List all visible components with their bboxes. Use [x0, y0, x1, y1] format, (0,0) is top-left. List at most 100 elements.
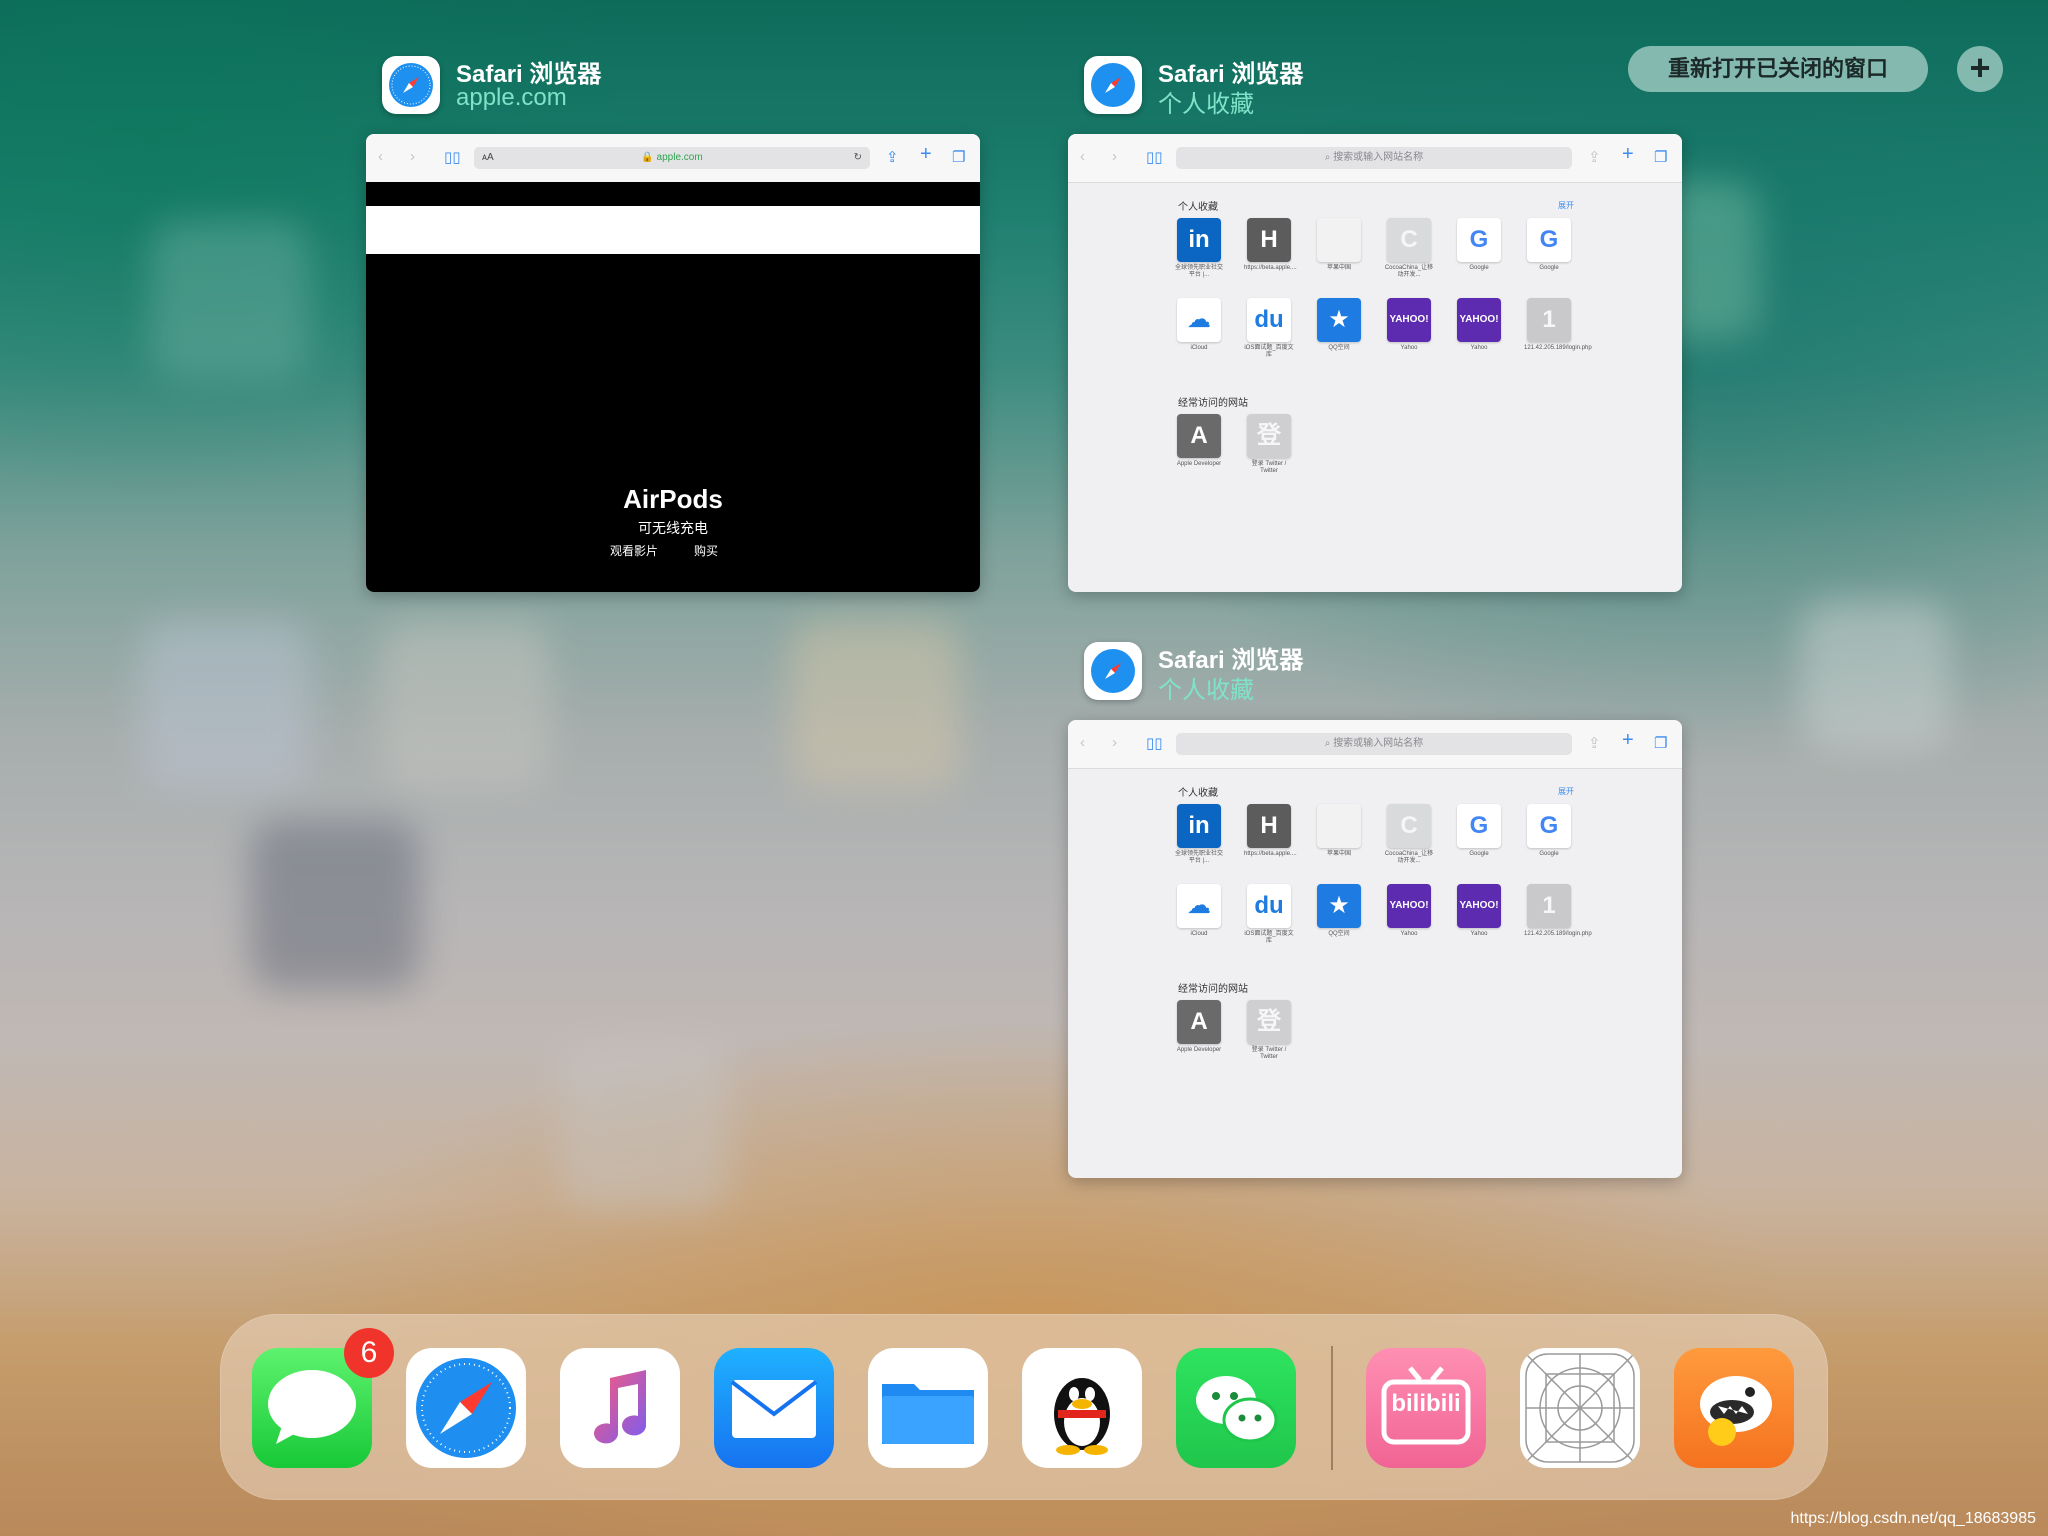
forward-icon[interactable]: ›	[410, 148, 415, 165]
favorite-tile[interactable]: ☁ iCloud	[1174, 884, 1224, 938]
favorites-more-link[interactable]: 展开	[1558, 786, 1574, 797]
music-app-icon[interactable]	[560, 1348, 680, 1468]
favorite-icon	[1317, 804, 1361, 848]
new-tab-icon[interactable]: +	[920, 143, 932, 166]
favorite-tile[interactable]: ☁ iCloud	[1174, 298, 1224, 352]
favorite-tile[interactable]: 登登录 Twitter / Twitter	[1244, 414, 1294, 475]
favorite-tile[interactable]: 登登录 Twitter / Twitter	[1244, 1000, 1294, 1061]
favorite-icon: A	[1177, 414, 1221, 458]
favorite-tile[interactable]: G Google	[1524, 804, 1574, 858]
share-icon[interactable]: ⇪	[886, 148, 899, 166]
favorite-label: iCloud	[1190, 931, 1208, 937]
favorite-tile[interactable]: Hhttps://beta.apple....	[1244, 804, 1297, 858]
window-3-header: Safari 浏览器 个人收藏	[1084, 642, 1484, 712]
favorite-label: Yahoo	[1470, 931, 1488, 937]
favorite-tile[interactable]: G Google	[1454, 218, 1504, 272]
favorite-icon: A	[1177, 1000, 1221, 1044]
favorite-label: QQ空间	[1328, 931, 1350, 937]
frequent-title: 经常访问的网站	[1178, 984, 1248, 995]
tabs-icon[interactable]: ❐	[1654, 148, 1667, 166]
favorite-tile[interactable]: A Apple Developer	[1174, 1000, 1224, 1054]
back-icon[interactable]: ‹	[1080, 734, 1085, 751]
back-icon[interactable]: ‹	[378, 148, 383, 165]
watch-film-link[interactable]: 观看影片	[610, 542, 658, 559]
forward-icon[interactable]: ›	[1112, 148, 1117, 165]
favorite-icon: in	[1177, 804, 1221, 848]
frequent-title: 经常访问的网站	[1178, 398, 1248, 409]
safari-app-icon[interactable]	[406, 1348, 526, 1468]
back-icon[interactable]: ‹	[1080, 148, 1085, 165]
favorite-tile[interactable]: 苹果中国	[1314, 804, 1364, 858]
new-tab-icon[interactable]: +	[1622, 729, 1634, 752]
favorite-tile[interactable]: YAHOO! Yahoo	[1454, 884, 1504, 938]
forward-icon[interactable]: ›	[1112, 734, 1117, 751]
window-3-subtitle: 个人收藏	[1158, 677, 1254, 704]
safari-icon	[382, 56, 440, 114]
favorite-label: iCloud	[1190, 345, 1208, 351]
favorite-tile[interactable]: YAHOO! Yahoo	[1454, 298, 1504, 352]
favorite-tile[interactable]: G Google	[1524, 218, 1574, 272]
address-placeholder: 搜索或输入网站名称	[1333, 152, 1424, 163]
window-1-preview[interactable]: ‹ › ▯▯ ᴀA 🔒 apple.com ↻ ⇪ + ❐ AirPods 可无…	[366, 134, 980, 592]
files-app-icon[interactable]	[868, 1348, 988, 1468]
window-2-toolbar: ‹ › ▯▯ ⌕ 搜索或输入网站名称 ⇪ + ❐	[1068, 134, 1682, 183]
reader-icon[interactable]: ᴀA	[482, 147, 494, 169]
favorite-tile[interactable]: A Apple Developer	[1174, 414, 1224, 468]
address-bar[interactable]: ᴀA 🔒 apple.com ↻	[474, 147, 870, 169]
window-2-preview[interactable]: ‹ › ▯▯ ⌕ 搜索或输入网站名称 ⇪ + ❐ 个人收藏 展开 经常访问的网站…	[1068, 134, 1682, 592]
favorite-tile[interactable]: G Google	[1454, 804, 1504, 858]
favorite-tile[interactable]: C CocoaChina_让移动开发...	[1384, 804, 1434, 865]
favorite-label: 苹果中国	[1326, 851, 1351, 857]
favorite-tile[interactable]: 1 121.42.205.189/login.php	[1524, 298, 1592, 352]
address-bar[interactable]: ⌕ 搜索或输入网站名称	[1176, 147, 1572, 169]
tabs-icon[interactable]: ❐	[952, 148, 965, 166]
favorites-title: 个人收藏	[1178, 202, 1218, 213]
icon-template-app-icon[interactable]	[1520, 1348, 1640, 1468]
favorite-tile[interactable]: Hhttps://beta.apple....	[1244, 218, 1297, 272]
address-bar[interactable]: ⌕ 搜索或输入网站名称	[1176, 733, 1572, 755]
favorite-icon: YAHOO!	[1387, 298, 1431, 342]
favorites-more-link[interactable]: 展开	[1558, 200, 1574, 211]
window-3-preview[interactable]: ‹ › ▯▯ ⌕ 搜索或输入网站名称 ⇪ + ❐ 个人收藏 展开 经常访问的网站…	[1068, 720, 1682, 1178]
favorite-icon: G	[1527, 804, 1571, 848]
favorite-tile[interactable]: ★ QQ空间	[1314, 884, 1364, 938]
favorite-tile[interactable]: 1 121.42.205.189/login.php	[1524, 884, 1592, 938]
favorite-icon: H	[1247, 218, 1291, 262]
apple-page: AirPods 可无线充电 观看影片 购买	[366, 182, 980, 592]
favorite-label: 登录 Twitter / Twitter	[1251, 1047, 1287, 1060]
favorite-tile[interactable]: 苹果中国	[1314, 218, 1364, 272]
favorite-label: 121.42.205.189/login.php	[1524, 345, 1592, 351]
reopen-closed-windows-button[interactable]: 重新打开已关闭的窗口	[1628, 46, 1928, 92]
favorite-icon: 1	[1527, 298, 1571, 342]
favorite-tile[interactable]: YAHOO! Yahoo	[1384, 884, 1434, 938]
favorite-tile[interactable]: du iOS面试题_百度文库	[1244, 298, 1294, 359]
favorite-tile[interactable]: C CocoaChina_让移动开发...	[1384, 218, 1434, 279]
favorite-tile[interactable]: du iOS面试题_百度文库	[1244, 884, 1294, 945]
search-icon: ⌕	[1324, 152, 1334, 163]
share-icon[interactable]: ⇪	[1588, 148, 1601, 166]
apple-nav-strip	[366, 206, 980, 254]
qq-app-icon[interactable]	[1022, 1348, 1142, 1468]
new-tab-icon[interactable]: +	[1622, 143, 1634, 166]
favorite-icon: ★	[1317, 298, 1361, 342]
favorite-tile[interactable]: ★ QQ空间	[1314, 298, 1364, 352]
favorite-label: Google	[1539, 851, 1559, 857]
bilibili-wordmark: bilibili	[1391, 1390, 1461, 1417]
shark-game-app-icon[interactable]	[1674, 1348, 1794, 1468]
favorite-tile[interactable]: in 全球领先职业社交平台 |...	[1174, 804, 1224, 865]
bookmarks-icon[interactable]: ▯▯	[1146, 734, 1163, 752]
favorite-icon: H	[1247, 804, 1291, 848]
favorite-tile[interactable]: in 全球领先职业社交平台 |...	[1174, 218, 1224, 279]
favorites-title: 个人收藏	[1178, 788, 1218, 799]
mail-app-icon[interactable]	[714, 1348, 834, 1468]
buy-link[interactable]: 购买	[694, 542, 718, 559]
tabs-icon[interactable]: ❐	[1654, 734, 1667, 752]
favorite-tile[interactable]: YAHOO! Yahoo	[1384, 298, 1434, 352]
bookmarks-icon[interactable]: ▯▯	[444, 148, 461, 166]
share-icon[interactable]: ⇪	[1588, 734, 1601, 752]
reload-icon[interactable]: ↻	[854, 147, 862, 169]
bilibili-app-icon[interactable]: bilibili	[1366, 1348, 1486, 1468]
new-window-button[interactable]: +	[1957, 46, 2003, 92]
wechat-app-icon[interactable]	[1176, 1348, 1296, 1468]
bookmarks-icon[interactable]: ▯▯	[1146, 148, 1163, 166]
